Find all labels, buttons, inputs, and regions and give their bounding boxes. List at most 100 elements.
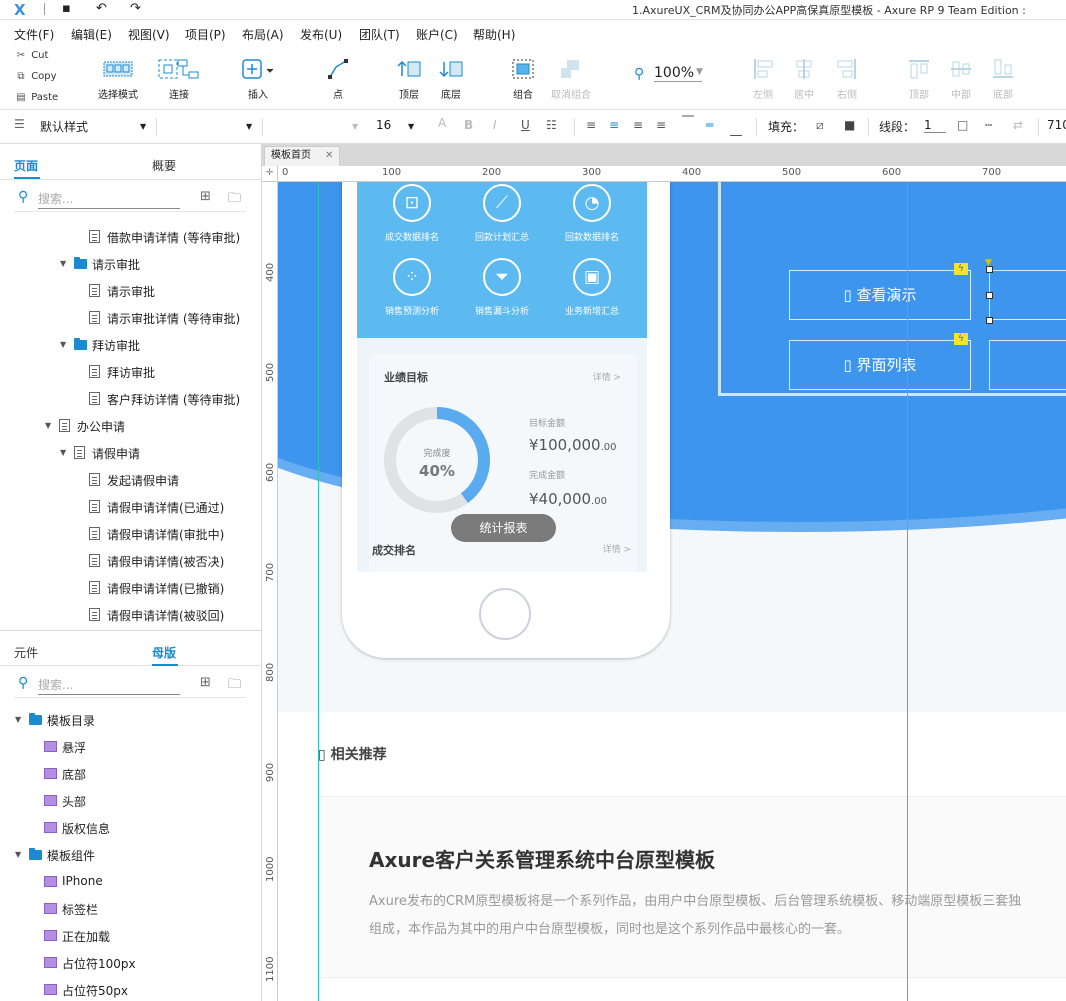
italic-icon[interactable]: I xyxy=(493,118,497,132)
menu-edit[interactable]: 编辑(E) xyxy=(71,26,112,43)
add-folder-icon[interactable]: 🗀 xyxy=(228,675,241,697)
add-master-icon[interactable]: ⊞ xyxy=(200,675,211,690)
vertical-ruler[interactable]: 400 500 600 700 800 900 1000 1100 xyxy=(262,182,278,1001)
valign-top-icon[interactable]: ⎺ xyxy=(682,114,694,129)
tree-page-item[interactable]: 正在加载 xyxy=(0,922,262,949)
tree-folder-item[interactable]: ▼ 请示审批 xyxy=(0,250,262,277)
tree-page-item[interactable]: 请假申请详情(被驳回) xyxy=(0,601,262,628)
tree-page-item[interactable]: 底部 xyxy=(0,760,262,787)
hero-button-panel[interactable]: ▯ 查看演示 ▯ 特 ▯ 界面列表 ▯ 交 ϟ ϟ ▼ xyxy=(718,182,1066,396)
phone-icon-business-summary[interactable]: ▣ 业务新增汇总 xyxy=(555,258,629,317)
close-icon[interactable]: ✕ xyxy=(325,150,333,161)
point-button[interactable]: 点 xyxy=(310,46,366,106)
tab-template-home[interactable]: 模板首页 ✕ xyxy=(264,146,341,166)
valign-middle-icon[interactable]: ═ xyxy=(706,118,713,132)
undo-icon[interactable]: ↶ xyxy=(96,1,107,16)
ungroup-button[interactable]: 取消组合 xyxy=(543,46,599,106)
font-size-select[interactable]: 16 xyxy=(376,118,391,132)
add-page-icon[interactable]: ⊞ xyxy=(200,189,211,204)
tree-page-item[interactable]: 请假申请详情(审批中) xyxy=(0,520,262,547)
iphone-mockup[interactable]: ⊡ 成交数据排名 ⟋ 回款计划汇总 ◔ 回款数据排名 ⁘ 销售预测分析 ⏷ 销售漏斗分析 … xyxy=(342,182,670,658)
add-folder-icon[interactable]: 🗀 xyxy=(228,189,241,211)
align-right-button[interactable]: 右侧 xyxy=(819,46,875,106)
deal-ranking-detail-link[interactable]: 详情 > xyxy=(603,542,631,555)
insert-button[interactable]: 插入 xyxy=(230,46,286,106)
line-color-icon[interactable]: □ xyxy=(957,118,968,132)
interaction-lightning-icon[interactable]: ϟ xyxy=(954,263,968,275)
tree-expand-icon[interactable]: ▼ xyxy=(60,259,66,268)
text-justify-icon[interactable]: ≡ xyxy=(656,118,666,132)
tree-page-item[interactable]: IPhone xyxy=(0,868,262,895)
tree-page-item[interactable]: 请示审批详情 (等待审批) xyxy=(0,304,262,331)
search-input[interactable]: 搜索... xyxy=(38,676,180,695)
card-detail-link[interactable]: 详情 > xyxy=(593,370,621,383)
tree-page-item[interactable]: 请示审批 xyxy=(0,277,262,304)
menu-file[interactable]: 文件(F) xyxy=(14,26,54,43)
bold-icon[interactable]: B xyxy=(464,118,473,132)
features-button[interactable]: ▯ 特 xyxy=(989,270,1066,320)
guide-line[interactable] xyxy=(318,182,319,1001)
tree-page-item[interactable]: 请假申请详情(已通过) xyxy=(0,493,262,520)
menu-help[interactable]: 帮助(H) xyxy=(473,26,515,43)
valign-bottom-icon[interactable]: ⎽ xyxy=(730,122,742,137)
copy-button[interactable]: ⧉ Copy xyxy=(14,71,56,91)
tree-page-item[interactable]: 标签栏 xyxy=(0,895,262,922)
phone-home-button[interactable] xyxy=(479,588,531,640)
tree-folder-item[interactable]: ▼ 模板目录 xyxy=(0,706,262,733)
guide-line[interactable] xyxy=(907,182,908,1001)
tab-outline[interactable]: 概要 xyxy=(152,157,176,174)
redo-icon[interactable]: ↷ xyxy=(130,1,141,16)
tree-page-item[interactable]: 请假申请详情(被否决) xyxy=(0,547,262,574)
zoom-control[interactable]: ⚲ 100% ▼ xyxy=(632,64,712,86)
send-to-back-button[interactable]: 底层 xyxy=(423,46,479,106)
save-icon[interactable]: ▪ xyxy=(62,1,71,16)
tab-pages[interactable]: 页面 xyxy=(14,157,38,174)
tree-page-item[interactable]: 版权信息 xyxy=(0,814,262,841)
fill-none-icon[interactable]: ⧄ xyxy=(816,118,824,133)
line-width-input[interactable]: 1 xyxy=(924,118,946,133)
interaction-button[interactable]: ▯ 交 xyxy=(989,340,1066,390)
tree-page-item[interactable]: 头部 xyxy=(0,787,262,814)
font-family-chevron-icon[interactable]: ▼ xyxy=(246,122,252,131)
phone-icon-deal-ranking[interactable]: ⊡ 成交数据排名 xyxy=(375,184,449,243)
tree-expand-icon[interactable]: ▼ xyxy=(45,421,51,430)
horizontal-ruler[interactable]: 0 100 200 300 400 500 600 700 xyxy=(278,166,1066,182)
tree-folder-item[interactable]: ▼ 模板组件 xyxy=(0,841,262,868)
phone-icon-payment-plan[interactable]: ⟋ 回款计划汇总 xyxy=(465,184,539,243)
search-input[interactable]: 搜索... xyxy=(38,190,180,209)
tree-expand-icon[interactable]: ▼ xyxy=(60,448,66,457)
arrow-style-icon[interactable]: ⇄ xyxy=(1013,118,1023,132)
text-align-right-icon[interactable]: ≡ xyxy=(633,118,643,132)
font-weight-chevron-icon[interactable]: ▼ xyxy=(352,122,358,131)
tree-page-item[interactable]: ▼ 办公申请 xyxy=(0,412,262,439)
selection-handle[interactable] xyxy=(986,317,993,324)
phone-icon-payment-ranking[interactable]: ◔ 回款数据排名 xyxy=(555,184,629,243)
align-bottom-button[interactable]: 底部 xyxy=(975,46,1031,106)
menu-publish[interactable]: 发布(U) xyxy=(300,26,342,43)
tab-masters[interactable]: 母版 xyxy=(152,644,176,661)
tree-expand-icon[interactable]: ▼ xyxy=(15,715,21,724)
paste-button[interactable]: ▤ Paste xyxy=(14,92,58,112)
phone-icon-sales-funnel[interactable]: ⏷ 销售漏斗分析 xyxy=(465,258,539,317)
menu-team[interactable]: 团队(T) xyxy=(359,26,400,43)
connect-button[interactable]: 连接 xyxy=(150,46,206,106)
bullet-list-icon[interactable]: ☷ xyxy=(546,118,557,132)
menu-view[interactable]: 视图(V) xyxy=(128,26,170,43)
select-mode-button[interactable]: 选择模式 xyxy=(90,46,146,106)
tree-page-item[interactable]: 客户拜访详情 (等待审批) xyxy=(0,385,262,412)
menu-layout[interactable]: 布局(A) xyxy=(242,26,284,43)
tree-page-item[interactable]: 请假申请详情(已撤销) xyxy=(0,574,262,601)
menu-project[interactable]: 项目(P) xyxy=(185,26,226,43)
font-size-chevron-icon[interactable]: ▼ xyxy=(408,122,414,131)
phone-icon-sales-forecast[interactable]: ⁘ 销售预测分析 xyxy=(375,258,449,317)
cut-button[interactable]: ✂ Cut xyxy=(14,50,49,70)
text-align-center-icon[interactable]: ≡ xyxy=(609,118,619,132)
tree-page-item[interactable]: 占位符50px xyxy=(0,976,262,1001)
canvas-stage[interactable]: ▯ 查看演示 ▯ 特 ▯ 界面列表 ▯ 交 ϟ ϟ ▼ ⊡ 成交数据排名 ⟋ 回款计… xyxy=(278,182,1066,1001)
tree-page-item[interactable]: 借款申请详情 (等待审批) xyxy=(0,223,262,250)
tree-page-item[interactable]: 发起请假申请 xyxy=(0,466,262,493)
tree-folder-item[interactable]: ▼ 拜访审批 xyxy=(0,331,262,358)
menu-account[interactable]: 账户(C) xyxy=(416,26,458,43)
tree-page-item[interactable]: 悬浮 xyxy=(0,733,262,760)
tree-page-item[interactable]: 占位符100px xyxy=(0,949,262,976)
